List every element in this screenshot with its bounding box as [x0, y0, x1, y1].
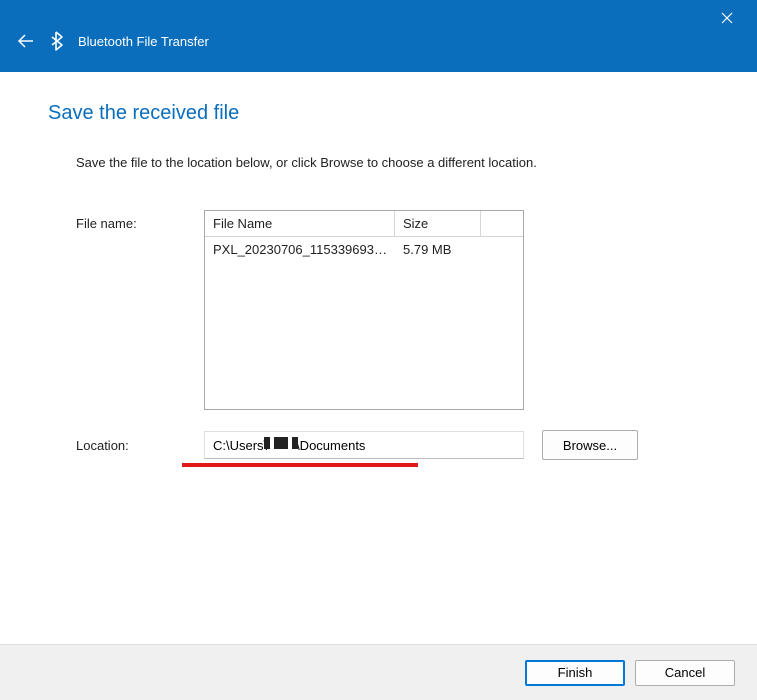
finish-button[interactable]: Finish: [525, 660, 625, 686]
title-bar: Bluetooth File Transfer: [0, 0, 757, 72]
highlight-underline: [182, 463, 418, 467]
redacted-username: [274, 437, 288, 449]
window-title: Bluetooth File Transfer: [78, 34, 209, 49]
location-input[interactable]: [204, 431, 524, 459]
filename-label: File name:: [76, 210, 204, 231]
browse-button[interactable]: Browse...: [542, 430, 638, 460]
cell-filesize: 5.79 MB: [395, 237, 523, 262]
redacted-username: [264, 437, 270, 449]
bluetooth-icon: [46, 30, 68, 52]
back-arrow-icon[interactable]: [8, 23, 44, 59]
description-text: Save the file to the location below, or …: [76, 155, 709, 170]
content-area: Save the received file Save the file to …: [0, 72, 757, 460]
cell-filename: PXL_20230706_115339693....: [205, 237, 395, 262]
cancel-button[interactable]: Cancel: [635, 660, 735, 686]
redacted-username: [292, 437, 298, 449]
button-bar: Finish Cancel: [0, 644, 757, 700]
file-table[interactable]: File Name Size PXL_20230706_115339693...…: [204, 210, 524, 410]
close-button[interactable]: [707, 4, 747, 32]
table-header: File Name Size: [205, 211, 523, 237]
column-header-name[interactable]: File Name: [205, 211, 395, 237]
location-label: Location:: [76, 438, 204, 453]
page-heading: Save the received file: [48, 102, 709, 125]
table-row[interactable]: PXL_20230706_115339693.... 5.79 MB: [205, 237, 523, 262]
column-header-spacer: [481, 211, 523, 237]
column-header-size[interactable]: Size: [395, 211, 481, 237]
